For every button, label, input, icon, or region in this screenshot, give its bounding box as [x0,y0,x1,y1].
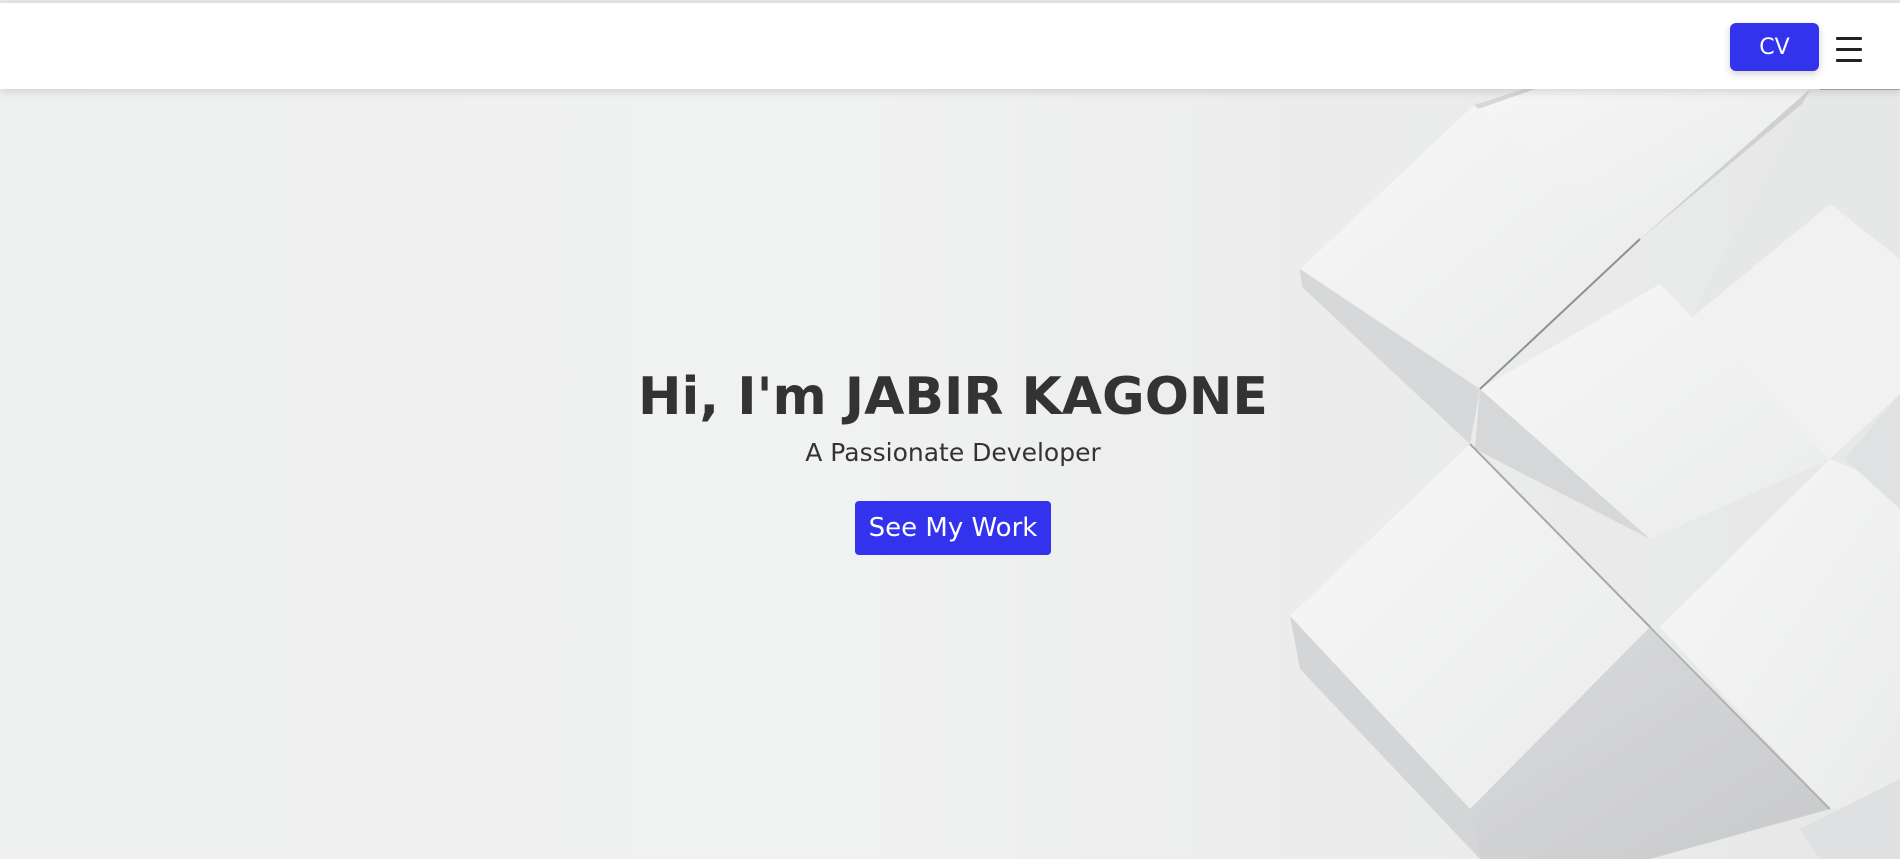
hamburger-menu-icon[interactable] [1836,37,1862,63]
hero-subtitle: A Passionate Developer [805,438,1101,468]
hero-content: Hi, I'm JABIR KAGONE A Passionate Develo… [0,367,1900,556]
hero-section: Hi, I'm JABIR KAGONE A Passionate Develo… [0,89,1900,859]
cv-button[interactable]: CV [1730,23,1819,71]
see-my-work-button[interactable]: See My Work [854,501,1052,556]
page: CV Hi, I'm JABIR KAGONE A Passionate Dev… [0,0,1900,859]
navbar: CV [0,3,1900,89]
hero-title: Hi, I'm JABIR KAGONE [638,367,1268,427]
